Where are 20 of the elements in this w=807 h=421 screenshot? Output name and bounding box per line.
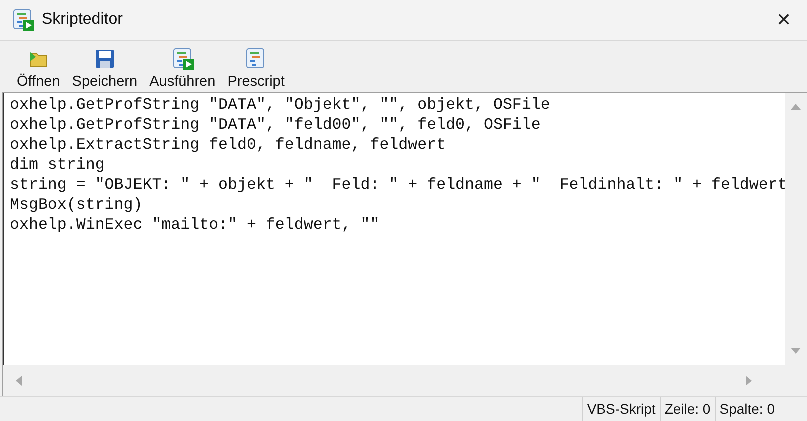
code-line: oxhelp.GetProfString "DATA", "feld00", "", feld0, OSFile bbox=[10, 115, 542, 135]
script-run-icon bbox=[172, 48, 194, 70]
code-line: MsgBox(string) bbox=[10, 195, 144, 215]
code-line: oxhelp.WinExec "mailto:" + feldwert, "" bbox=[10, 215, 381, 235]
app-icon bbox=[12, 9, 34, 31]
code-line: dim string bbox=[10, 155, 106, 175]
script-icon bbox=[245, 48, 268, 70]
status-text: VBS-Skript bbox=[582, 397, 660, 421]
code-line: string = "OBJEKT: " + objekt + " Feld: " + feldname + " Feldinhalt: " + feldwert bbox=[10, 175, 785, 195]
code-line: oxhelp.ExtractString feld0, feldname, feldwert bbox=[10, 135, 448, 155]
toolbar-button[interactable]: Prescript bbox=[224, 48, 288, 92]
code-line: oxhelp.GetProfString "DATA", "Objekt", "", objekt, OSFile bbox=[10, 95, 552, 115]
close-button[interactable]: ✕ bbox=[761, 0, 807, 40]
status-text: Zeile: 0 bbox=[660, 397, 715, 421]
toolbar-button[interactable]: Ausführen bbox=[146, 48, 219, 92]
toolbar-button[interactable]: Öffnen bbox=[14, 48, 64, 92]
window-title: Skripteditor bbox=[42, 11, 124, 29]
toolbar-button[interactable]: Speichern bbox=[69, 48, 141, 92]
status-text: Spalte: 0 bbox=[714, 397, 779, 421]
code-editor[interactable] bbox=[2, 92, 807, 396]
